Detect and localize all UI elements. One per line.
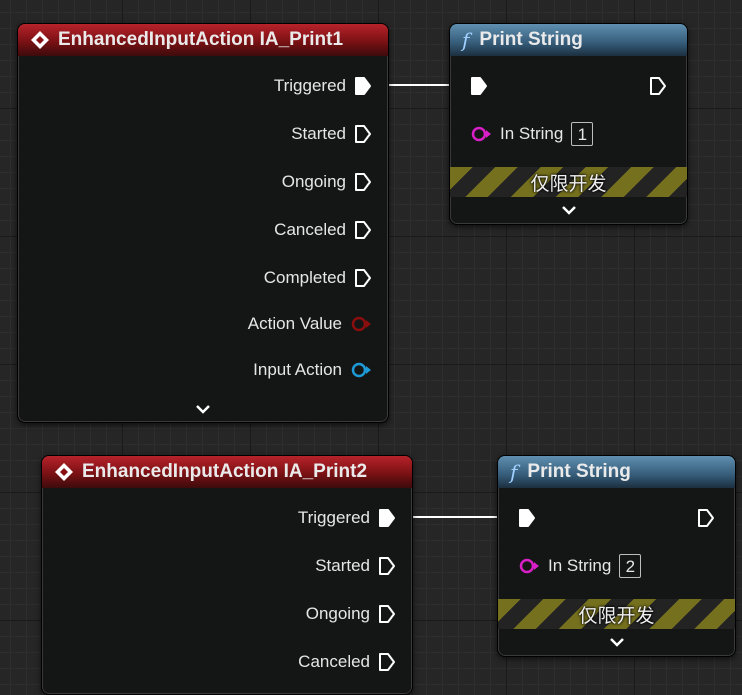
exec-pin-icon[interactable]: [378, 508, 396, 528]
string-pin-icon[interactable]: [518, 558, 540, 574]
node-header[interactable]: f Print String: [498, 456, 735, 488]
exec-pin-icon[interactable]: [378, 556, 396, 576]
event-node-ia-print2[interactable]: EnhancedInputAction IA_Print2 Triggered …: [41, 455, 413, 695]
dev-only-label: 仅限开发: [578, 604, 655, 627]
in-string-pin[interactable]: In String 1: [470, 122, 594, 146]
exec-pin-icon[interactable]: [354, 268, 372, 288]
event-diamond-icon: [30, 30, 50, 50]
exec-pin-icon[interactable]: [378, 652, 396, 672]
pin-ongoing[interactable]: Ongoing: [306, 604, 396, 624]
node-header[interactable]: EnhancedInputAction IA_Print1: [18, 24, 388, 56]
node-header[interactable]: f Print String: [450, 24, 687, 56]
exec-output-pin-icon[interactable]: [649, 76, 667, 96]
exec-pin-icon[interactable]: [354, 124, 372, 144]
in-string-pin[interactable]: In String 2: [518, 554, 642, 578]
print-string-node-1[interactable]: f Print String In String 1 仅限开发: [449, 23, 688, 225]
in-string-label: In String: [548, 556, 612, 575]
chevron-down-icon[interactable]: [609, 637, 625, 647]
chevron-down-icon[interactable]: [195, 404, 211, 414]
pin-triggered[interactable]: Triggered: [298, 508, 396, 528]
function-icon: f: [462, 28, 470, 52]
development-only-banner: 仅限开发: [498, 599, 735, 629]
node-header[interactable]: EnhancedInputAction IA_Print2: [42, 456, 412, 488]
function-icon: f: [510, 460, 518, 484]
node-title: EnhancedInputAction IA_Print1: [58, 29, 344, 50]
string-pin-icon[interactable]: [470, 126, 492, 142]
in-string-label: In String: [500, 124, 564, 143]
pin-triggered[interactable]: Triggered: [274, 76, 372, 96]
event-diamond-icon: [54, 462, 74, 482]
chevron-down-icon[interactable]: [561, 205, 577, 215]
in-string-input[interactable]: 2: [619, 554, 642, 578]
dev-only-label: 仅限开发: [530, 172, 607, 195]
exec-pin-icon[interactable]: [378, 604, 396, 624]
pin-canceled[interactable]: Canceled: [274, 220, 372, 240]
development-only-banner: 仅限开发: [450, 167, 687, 197]
node-title: Print String: [527, 461, 631, 482]
in-string-input[interactable]: 1: [571, 122, 594, 146]
exec-input-pin-icon[interactable]: [518, 508, 536, 528]
object-pin-icon[interactable]: [350, 362, 372, 378]
struct-pin-icon[interactable]: [350, 316, 372, 332]
exec-input-pin-icon[interactable]: [470, 76, 488, 96]
print-string-node-2[interactable]: f Print String In String 2 仅限开发: [497, 455, 736, 657]
pin-ongoing[interactable]: Ongoing: [282, 172, 372, 192]
pin-input-action[interactable]: Input Action: [253, 360, 372, 380]
exec-output-pin-icon[interactable]: [697, 508, 715, 528]
exec-pin-icon[interactable]: [354, 172, 372, 192]
pin-started[interactable]: Started: [291, 124, 372, 144]
pin-canceled[interactable]: Canceled: [298, 652, 396, 672]
node-title: EnhancedInputAction IA_Print2: [82, 461, 368, 482]
exec-pin-icon[interactable]: [354, 76, 372, 96]
node-title: Print String: [479, 29, 583, 50]
event-node-ia-print1[interactable]: EnhancedInputAction IA_Print1 Triggered …: [17, 23, 389, 423]
pin-completed[interactable]: Completed: [264, 268, 372, 288]
pin-started[interactable]: Started: [315, 556, 396, 576]
exec-pin-icon[interactable]: [354, 220, 372, 240]
pin-action-value[interactable]: Action Value: [248, 314, 372, 334]
